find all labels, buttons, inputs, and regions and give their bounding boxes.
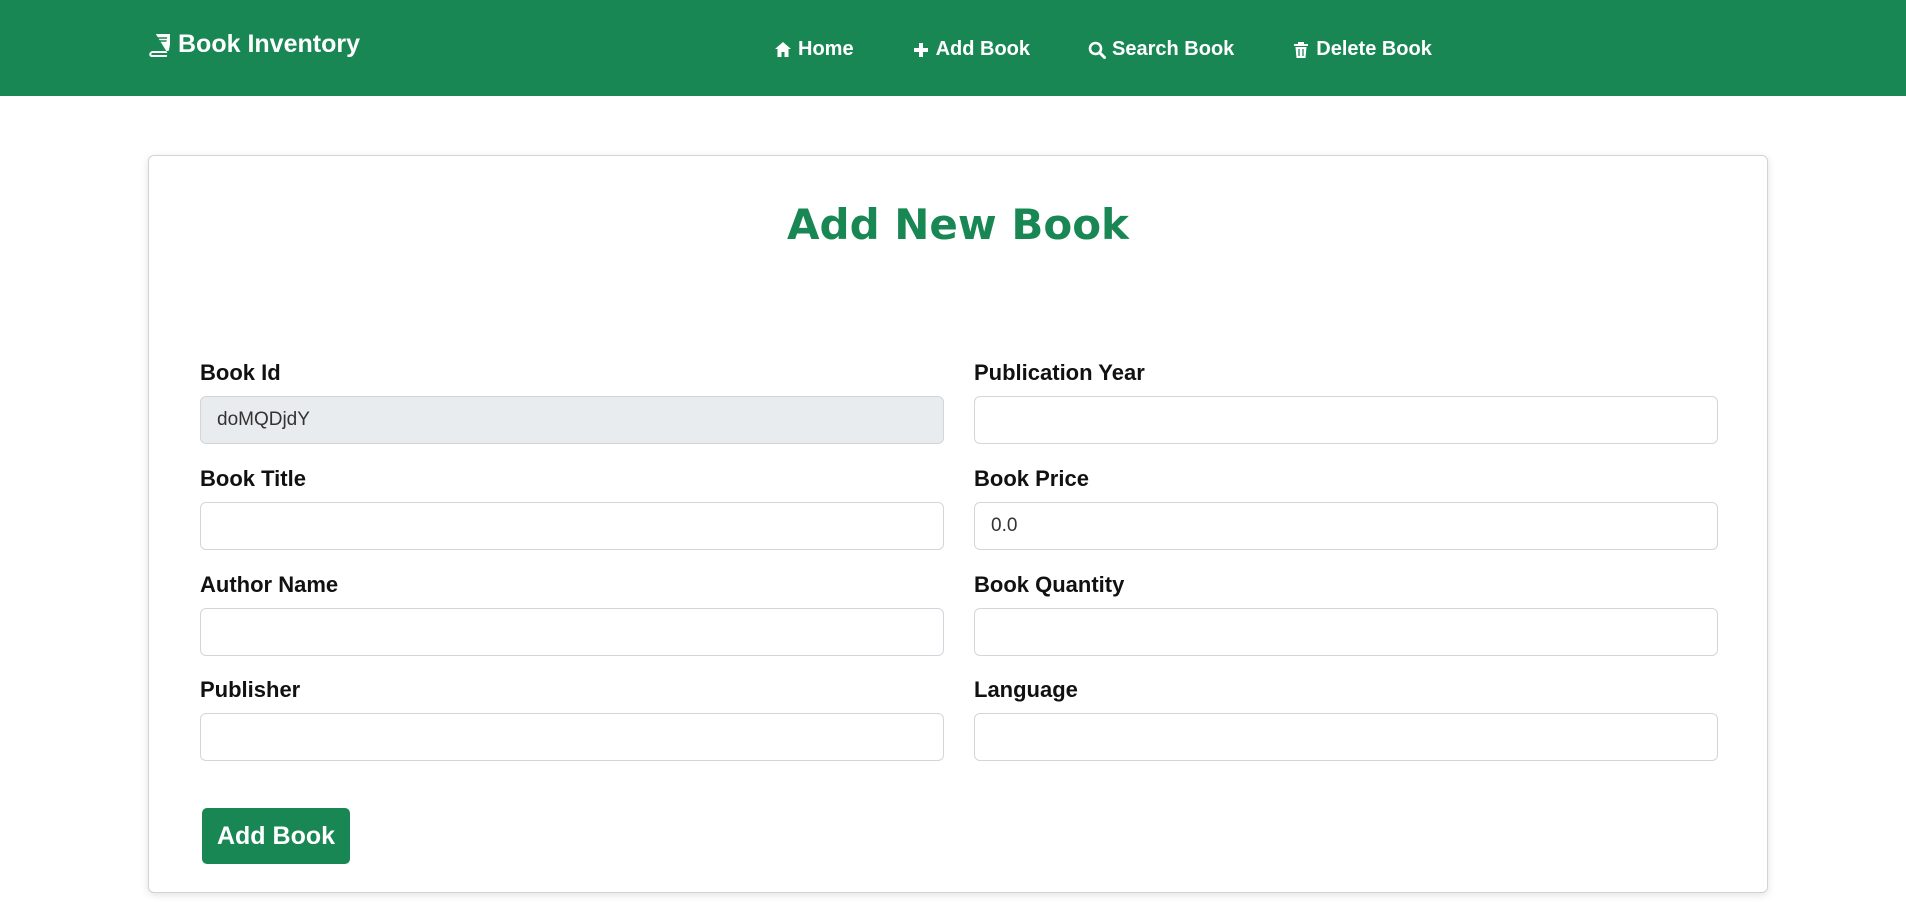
brand-link[interactable]: Book Inventory [148, 30, 360, 59]
add-book-button[interactable]: Add Book [202, 808, 350, 864]
trash-icon [1294, 41, 1309, 58]
language-group: Language [974, 677, 1718, 761]
nav-search-book[interactable]: Search Book [1088, 38, 1234, 61]
book-id-input[interactable] [200, 396, 944, 444]
nav-delete-book[interactable]: Delete Book [1292, 38, 1432, 61]
publication-year-label: Publication Year [974, 360, 1145, 385]
nav-search-book-label: Search Book [1112, 38, 1235, 60]
plus-icon [913, 42, 928, 57]
language-label: Language [974, 677, 1078, 702]
publication-year-group: Publication Year [974, 360, 1718, 444]
book-id-group: Book Id [200, 360, 944, 444]
nav-add-book[interactable]: Add Book [912, 38, 1030, 61]
search-icon [1088, 41, 1107, 59]
home-icon [775, 41, 791, 57]
navbar: Book Inventory Home Add Book Search Book [0, 0, 1906, 96]
nav-links: Home Add Book Search Book Delete Book [774, 38, 1432, 61]
author-name-label: Author Name [200, 572, 339, 597]
book-quantity-input[interactable] [974, 608, 1718, 656]
publication-year-input[interactable] [974, 396, 1718, 444]
author-name-group: Author Name [200, 572, 944, 656]
nav-delete-book-label: Delete Book [1316, 38, 1432, 60]
publisher-label: Publisher [200, 677, 301, 702]
language-input[interactable] [974, 713, 1718, 761]
book-price-group: Book Price [974, 466, 1718, 550]
book-icon [149, 33, 170, 57]
book-quantity-group: Book Quantity [974, 572, 1718, 656]
book-quantity-label: Book Quantity [974, 572, 1125, 597]
book-id-label: Book Id [200, 360, 281, 385]
nav-add-book-label: Add Book [935, 38, 1031, 60]
book-title-label: Book Title [200, 466, 306, 491]
book-price-input[interactable] [974, 502, 1718, 550]
author-name-input[interactable] [200, 608, 944, 656]
book-title-group: Book Title [200, 466, 944, 550]
publisher-group: Publisher [200, 677, 944, 761]
book-price-label: Book Price [974, 466, 1089, 491]
publisher-input[interactable] [200, 713, 944, 761]
nav-home[interactable]: Home [774, 38, 854, 61]
nav-home-label: Home [798, 38, 854, 60]
page-title: Add New Book [787, 200, 1129, 249]
brand-label: Book Inventory [178, 30, 360, 58]
add-book-card: Add New Book Book Id Book Title Author N… [148, 155, 1768, 893]
book-title-input[interactable] [200, 502, 944, 550]
